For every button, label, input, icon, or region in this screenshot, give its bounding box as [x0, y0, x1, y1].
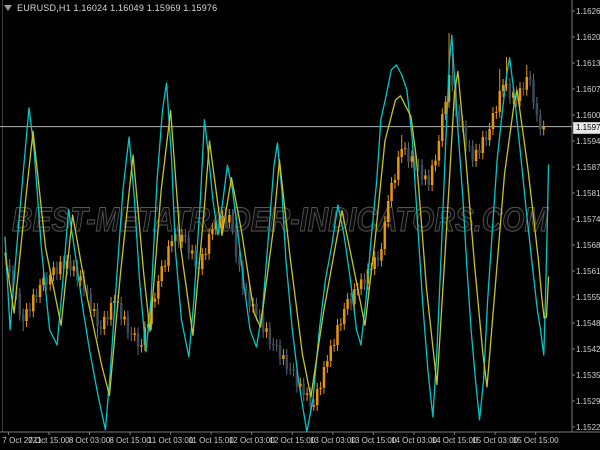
price-axis-label: 1.15615	[576, 267, 600, 276]
price-axis-label: 1.16070	[576, 85, 600, 94]
time-axis-label: 8 Oct 15:00	[109, 436, 151, 445]
time-axis-label: 8 Oct 03:00	[68, 436, 111, 445]
price-axis-label: 1.15355	[576, 371, 600, 380]
price-axis-label: 1.16135	[576, 59, 600, 68]
time-axis-label: 11 Oct 03:00	[148, 436, 194, 445]
time-axis-label: 12 Oct 15:00	[269, 436, 316, 445]
time-axis-label: 15 Oct 15:00	[512, 436, 559, 445]
chart-shift-triangle-icon	[4, 5, 12, 11]
price-axis-label: 1.16005	[576, 111, 600, 120]
price-axis-label: 1.15420	[576, 345, 600, 354]
time-axis-label: 14 Oct 15:00	[431, 436, 478, 445]
time-axis-label: 14 Oct 03:00	[391, 436, 437, 445]
bid-price-label: 1.15976	[573, 121, 600, 134]
chart-plot-area[interactable]: BEST-METATRADER-INDICATORS.COM	[0, 0, 600, 450]
price-axis-label: 1.15680	[576, 241, 600, 250]
price-axis-label: 1.15225	[576, 423, 600, 432]
time-axis-label: 12 Oct 03:00	[228, 436, 275, 445]
time-axis-label: 7 Oct 15:00	[28, 436, 70, 445]
time-axis-label: 13 Oct 03:00	[309, 436, 356, 445]
watermark-text: BEST-METATRADER-INDICATORS.COM	[12, 201, 549, 239]
symbol-ohlc-readout: EURUSD,H1 1.16024 1.16049 1.15969 1.1597…	[17, 3, 218, 13]
time-axis-label: 15 Oct 03:00	[472, 436, 518, 445]
price-axis-label: 1.16265	[576, 7, 600, 16]
price-axis-label: 1.15810	[576, 189, 600, 198]
time-axis-label: 11 Oct 15:00	[188, 436, 234, 445]
price-axis-label: 1.15290	[576, 397, 600, 406]
price-axis-label: 1.15550	[576, 293, 600, 302]
price-axis-label: 1.15875	[576, 163, 600, 172]
mt4-chart-window: BEST-METATRADER-INDICATORS.COM EURUSD,H1…	[0, 0, 600, 450]
price-axis-label: 1.15485	[576, 319, 600, 328]
price-axis-label: 1.15940	[576, 137, 600, 146]
price-axis-label: 1.15745	[576, 215, 600, 224]
chart-title-bar: EURUSD,H1 1.16024 1.16049 1.15969 1.1597…	[4, 3, 217, 13]
price-axis-label: 1.16200	[576, 33, 600, 42]
time-axis-label: 13 Oct 15:00	[350, 436, 397, 445]
